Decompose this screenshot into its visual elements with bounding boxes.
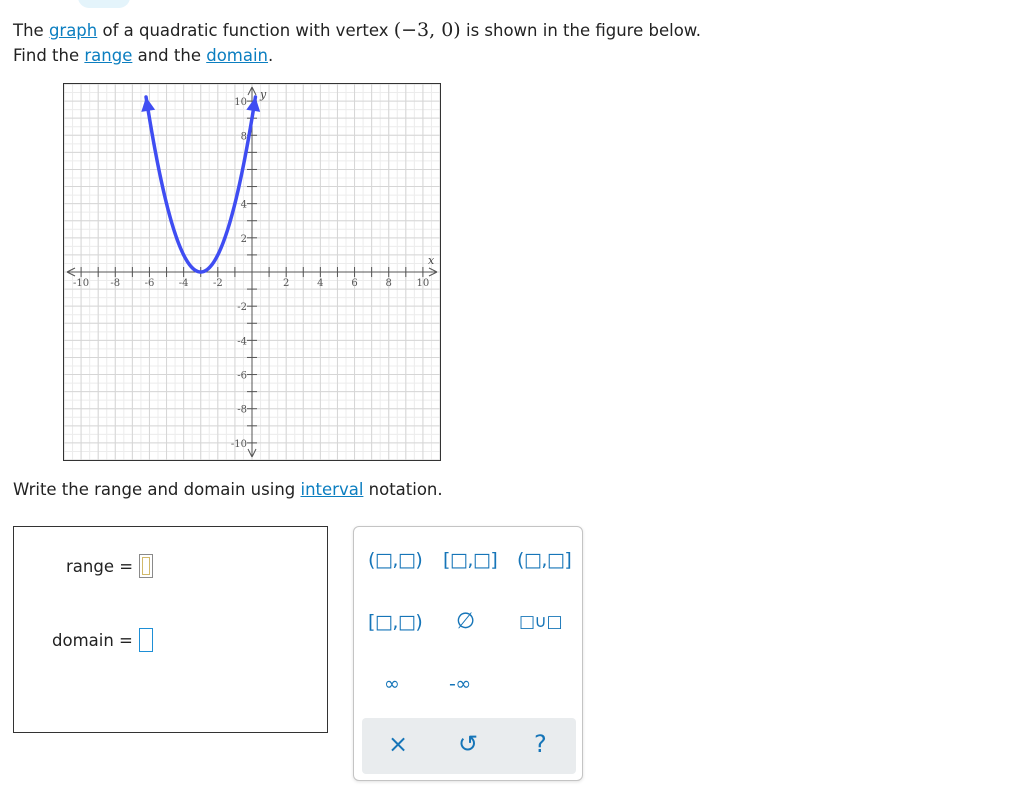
range-input[interactable] xyxy=(139,554,154,578)
instruction-text-part: notation. xyxy=(363,480,443,499)
question-text-part: is shown in the figure below. xyxy=(460,21,702,40)
domain-row: domain = xyxy=(52,628,153,652)
domain-label: domain = xyxy=(52,630,133,650)
y-tick-label: -8 xyxy=(237,405,247,416)
question-text-part: . xyxy=(268,46,274,65)
domain-input[interactable] xyxy=(138,628,153,652)
undo-icon[interactable]: ↺ xyxy=(458,730,478,758)
question-text: The graph of a quadratic function with v… xyxy=(13,18,701,68)
x-tick-label: 2 xyxy=(283,278,289,289)
y-tick-label: 8 xyxy=(241,131,247,142)
x-tick-label: 10 xyxy=(417,278,430,289)
question-text-part: The xyxy=(13,21,49,40)
curve-arrowhead xyxy=(246,96,261,112)
empty-set-button[interactable]: ∅ xyxy=(456,609,475,634)
x-tick-label: -10 xyxy=(73,278,89,289)
infinity-button[interactable]: ∞ xyxy=(384,673,400,695)
union-button[interactable]: □∪□ xyxy=(519,612,563,632)
y-axis-label: y xyxy=(259,88,267,101)
x-tick-label: 8 xyxy=(386,278,392,289)
vertex-value: (−3, 0) xyxy=(393,19,461,41)
y-tick-label: 2 xyxy=(241,234,247,245)
question-text-part: Find the xyxy=(13,46,85,65)
range-link[interactable]: range xyxy=(84,46,132,65)
x-tick-label: -4 xyxy=(179,278,189,289)
negative-infinity-button[interactable]: -∞ xyxy=(449,673,471,695)
question-text-part: of a quadratic function with vertex xyxy=(97,21,394,40)
open-open-interval-button[interactable]: (□,□) xyxy=(368,549,423,571)
coordinate-graph: -10 -8 -6 -4 -2 2 4 6 8 10 10 8 4 2 -2 -4 -6 -8 -10 x y xyxy=(63,83,441,461)
open-closed-interval-button[interactable]: (□,□] xyxy=(517,549,572,571)
graph-link[interactable]: graph xyxy=(49,21,97,40)
x-tick-label: 6 xyxy=(351,278,357,289)
y-tick-label: -2 xyxy=(237,302,247,313)
y-tick-label: -10 xyxy=(231,439,247,450)
instruction-text: Write the range and domain using interva… xyxy=(13,478,443,502)
y-tick-label: 4 xyxy=(241,200,247,211)
instruction-text-part: Write the range and domain using xyxy=(13,480,301,499)
answer-box: range = domain = xyxy=(13,526,328,733)
range-label: range = xyxy=(66,556,134,576)
keypad-action-tray: × ↺ ? xyxy=(362,718,576,774)
interval-link[interactable]: interval xyxy=(301,480,364,499)
closed-closed-interval-button[interactable]: [□,□] xyxy=(443,549,498,571)
interval-keypad: (□,□) [□,□] (□,□] [□,□) ∅ □∪□ ∞ -∞ × ↺ ? xyxy=(353,526,583,781)
x-tick-label: -6 xyxy=(145,278,155,289)
y-tick-label: -4 xyxy=(237,336,247,347)
question-line-2: Find the range and the domain. xyxy=(13,43,701,68)
x-tick-label: 4 xyxy=(317,278,323,289)
curve-arrowhead xyxy=(141,96,156,112)
question-line-1: The graph of a quadratic function with v… xyxy=(13,18,701,43)
top-tab-indicator xyxy=(78,0,130,8)
x-axis-label: x xyxy=(428,254,435,267)
clear-button[interactable]: × xyxy=(388,730,408,758)
y-tick-label: -6 xyxy=(237,371,247,382)
range-row: range = xyxy=(66,554,154,578)
help-button[interactable]: ? xyxy=(534,730,547,758)
x-tick-label: -2 xyxy=(213,278,223,289)
domain-link[interactable]: domain xyxy=(206,46,268,65)
y-tick-label: 10 xyxy=(234,97,247,108)
question-text-part: and the xyxy=(132,46,207,65)
closed-open-interval-button[interactable]: [□,□) xyxy=(368,611,423,633)
graph-canvas: -10 -8 -6 -4 -2 2 4 6 8 10 10 8 4 2 -2 -4 -6 -8 -10 x y xyxy=(64,84,440,460)
x-tick-label: -8 xyxy=(110,278,120,289)
